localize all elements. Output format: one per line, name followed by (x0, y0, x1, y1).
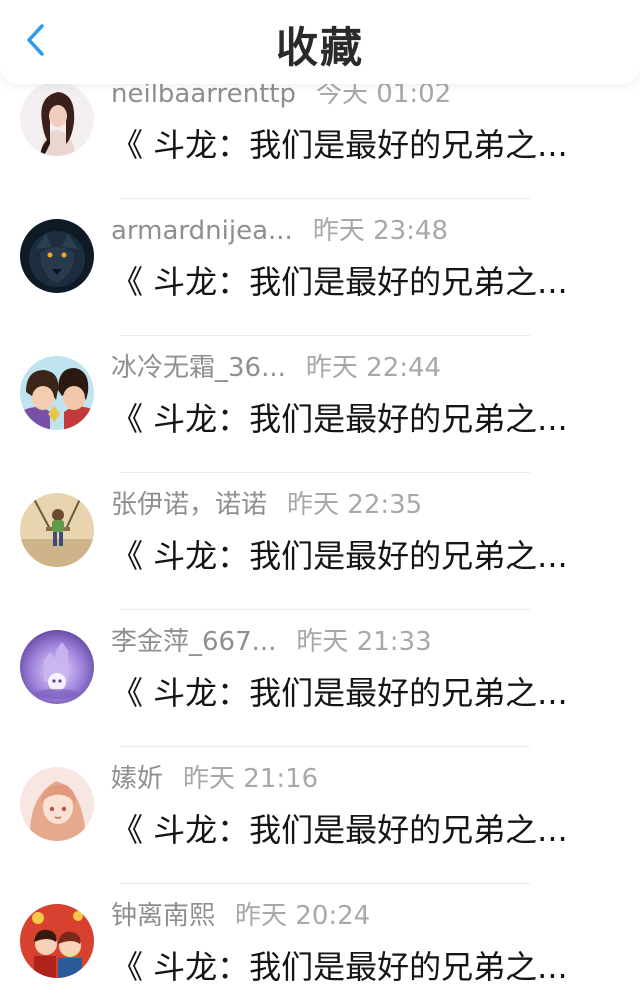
timestamp: 昨天 23:48 (312, 216, 449, 246)
timestamp: 昨天 20:24 (235, 901, 371, 931)
favorites-screen: 收藏 neilbaarrenttp 今天 01:02 《 斗龙：我们是最好的兄弟之… (0, 0, 640, 1003)
avatar-purple-castle-icon (20, 630, 94, 704)
avatar[interactable] (20, 493, 94, 567)
avatar-child-swing-icon (20, 493, 94, 567)
avatar-red-cartoon-icon (20, 904, 94, 978)
avatar[interactable] (20, 767, 94, 841)
username[interactable]: 李金萍_667... (111, 627, 276, 657)
item-meta: 张伊诺，诺诺 昨天 22:35 (111, 485, 600, 525)
username[interactable]: 嫊妡 (111, 764, 163, 794)
item-meta: 李金萍_667... 昨天 21:33 (111, 622, 600, 662)
username[interactable]: 张伊诺，诺诺 (111, 490, 267, 520)
item-meta: 嫊妡 昨天 21:16 (111, 759, 600, 799)
username[interactable]: 冰冷无霜_36... (111, 353, 286, 383)
timestamp: 昨天 22:35 (287, 490, 423, 520)
item-meta: 钟离南熙 昨天 20:24 (111, 896, 600, 936)
item-meta: armardnijea... 昨天 23:48 (111, 211, 600, 251)
post-title[interactable]: 《 斗龙：我们是最好的兄弟之... (111, 807, 591, 853)
item-meta: 冰冷无霜_36... 昨天 22:44 (111, 348, 600, 388)
avatar-wolf-icon (20, 219, 94, 293)
avatar[interactable] (20, 630, 94, 704)
post-title[interactable]: 《 斗龙：我们是最好的兄弟之... (111, 944, 591, 990)
favorites-list: neilbaarrenttp 今天 01:02 《 斗龙：我们是最好的兄弟之... (0, 62, 640, 1003)
list-item[interactable]: 钟离南熙 昨天 20:24 《 斗龙：我们是最好的兄弟之... (0, 884, 640, 1003)
username[interactable]: armardnijea... (111, 216, 293, 246)
timestamp: 昨天 22:44 (305, 353, 442, 383)
list-item[interactable]: 张伊诺，诺诺 昨天 22:35 《 斗龙：我们是最好的兄弟之... (0, 473, 640, 610)
timestamp: 昨天 21:16 (183, 764, 319, 794)
avatar[interactable] (20, 219, 94, 293)
list-item[interactable]: 嫊妡 昨天 21:16 《 斗龙：我们是最好的兄弟之... (0, 747, 640, 884)
post-title[interactable]: 《 斗龙：我们是最好的兄弟之... (111, 670, 591, 716)
list-item[interactable]: 冰冷无霜_36... 昨天 22:44 《 斗龙：我们是最好的兄弟之... (0, 336, 640, 473)
list-item[interactable]: armardnijea... 昨天 23:48 《 斗龙：我们是最好的兄弟之... (0, 199, 640, 336)
list-item[interactable]: 李金萍_667... 昨天 21:33 《 斗龙：我们是最好的兄弟之... (0, 610, 640, 747)
post-title[interactable]: 《 斗龙：我们是最好的兄弟之... (111, 396, 591, 442)
avatar[interactable] (20, 904, 94, 978)
avatar[interactable] (20, 82, 94, 156)
post-title[interactable]: 《 斗龙：我们是最好的兄弟之... (111, 533, 591, 579)
username[interactable]: 钟离南熙 (111, 901, 215, 931)
avatar-woman-icon (20, 82, 94, 156)
avatar-anime-girl-icon (20, 767, 94, 841)
page-title: 收藏 (275, 23, 364, 72)
post-title[interactable]: 《 斗龙：我们是最好的兄弟之... (111, 259, 591, 305)
post-title[interactable]: 《 斗龙：我们是最好的兄弟之... (111, 122, 591, 168)
avatar-anime-boys-icon (20, 356, 94, 430)
avatar[interactable] (20, 356, 94, 430)
timestamp: 昨天 21:33 (296, 627, 432, 657)
header-bar: 收藏 (0, 0, 640, 84)
